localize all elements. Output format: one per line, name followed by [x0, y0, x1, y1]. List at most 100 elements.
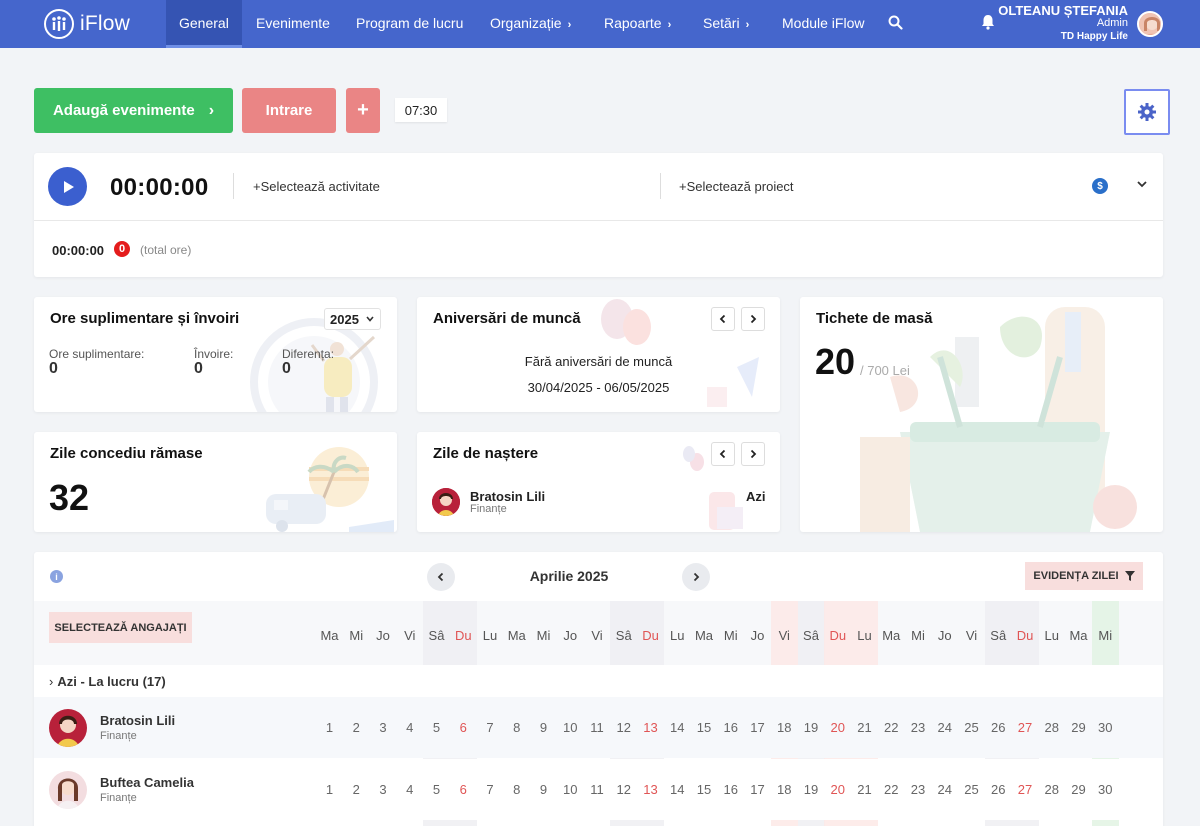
day-cell[interactable]: 6 [450, 720, 477, 735]
day-cell[interactable]: 13 [637, 720, 664, 735]
select-project-button[interactable]: +Selectează proiect [679, 179, 794, 194]
bell-icon[interactable] [981, 14, 995, 33]
day-cell[interactable]: 16 [717, 720, 744, 735]
day-cell[interactable]: 30 [1092, 720, 1119, 735]
select-activity-button[interactable]: +Selectează activitate [253, 179, 380, 194]
chevron-down-icon[interactable] [1136, 178, 1148, 193]
day-cell[interactable]: 25 [958, 782, 985, 797]
day-cell[interactable]: 29 [1065, 720, 1092, 735]
day-cell[interactable]: 18 [771, 720, 798, 735]
day-cell[interactable]: 9 [530, 782, 557, 797]
nav-module-iflow[interactable]: Module iFlow [782, 0, 864, 48]
search-icon[interactable] [888, 15, 903, 33]
day-cell[interactable]: 8 [503, 782, 530, 797]
day-header: Lu [857, 628, 872, 643]
day-cell[interactable]: 2 [343, 782, 370, 797]
day-cell[interactable]: 4 [396, 720, 423, 735]
day-cell[interactable]: 1 [316, 720, 343, 735]
user-menu[interactable]: OLTEANU ȘTEFANIA Admin TD Happy Life [998, 4, 1128, 43]
day-cell[interactable]: 21 [851, 720, 878, 735]
nav-module-label: Module iFlow [782, 15, 865, 31]
app-logo[interactable]: iFlow [44, 9, 130, 39]
day-cell[interactable]: 5 [423, 720, 450, 735]
user-avatar[interactable] [1137, 11, 1163, 37]
select-employees-button[interactable]: SELECTEAZĂ ANGAJAȚI [49, 612, 192, 643]
nav-setari[interactable]: Setări › [703, 0, 749, 48]
next-button[interactable] [741, 442, 765, 466]
day-cell[interactable]: 19 [798, 720, 825, 735]
day-cell[interactable]: 20 [824, 720, 851, 735]
day-cell[interactable]: 26 [985, 782, 1012, 797]
employee-name[interactable]: Buftea Camelia [100, 775, 194, 790]
day-cell[interactable]: 11 [584, 720, 611, 735]
day-cell[interactable]: 6 [450, 782, 477, 797]
day-cell[interactable]: 8 [503, 720, 530, 735]
calendar-prev-button[interactable] [427, 563, 455, 591]
day-cell[interactable]: 14 [664, 782, 691, 797]
day-cell[interactable]: 27 [1012, 782, 1039, 797]
billable-icon[interactable]: $ [1092, 178, 1108, 194]
group-toggle[interactable]: › Azi - La lucru (17) [49, 674, 166, 689]
day-cell[interactable]: 22 [878, 720, 905, 735]
day-cell[interactable]: 3 [370, 782, 397, 797]
add-button[interactable]: + [346, 88, 380, 133]
year-select[interactable]: 2025 [324, 308, 381, 330]
day-cell[interactable]: 15 [691, 720, 718, 735]
settings-button[interactable] [1124, 89, 1170, 135]
day-cell[interactable]: 19 [798, 782, 825, 797]
day-cell[interactable]: 25 [958, 720, 985, 735]
day-cell[interactable]: 7 [477, 720, 504, 735]
day-cell[interactable]: 21 [851, 782, 878, 797]
check-in-button[interactable]: Intrare [242, 88, 336, 133]
day-cell[interactable]: 28 [1038, 782, 1065, 797]
employee-name[interactable]: Bratosin Lili [100, 713, 175, 728]
day-cell[interactable]: 24 [931, 782, 958, 797]
day-cell[interactable]: 12 [610, 720, 637, 735]
nav-evenimente[interactable]: Evenimente [256, 0, 330, 48]
day-cell[interactable]: 9 [530, 720, 557, 735]
day-cell[interactable]: 23 [905, 720, 932, 735]
nav-program-de-lucru[interactable]: Program de lucru [356, 0, 463, 48]
day-cell[interactable]: 22 [878, 782, 905, 797]
play-button[interactable] [48, 167, 87, 206]
nav-rapoarte[interactable]: Rapoarte › [604, 0, 671, 48]
day-cell[interactable]: 2 [343, 720, 370, 735]
day-header: Sâ [615, 628, 632, 643]
day-cell[interactable]: 30 [1092, 782, 1119, 797]
nav-general[interactable]: General [166, 0, 242, 48]
add-events-button[interactable]: Adaugă evenimente › [34, 88, 233, 133]
day-header: Mi [723, 628, 738, 643]
day-cell[interactable]: 28 [1038, 720, 1065, 735]
prev-button[interactable] [711, 307, 735, 331]
day-cell[interactable]: 5 [423, 782, 450, 797]
day-cell[interactable]: 29 [1065, 782, 1092, 797]
day-cell[interactable]: 16 [717, 782, 744, 797]
calendar-next-button[interactable] [682, 563, 710, 591]
chevron-right-icon [750, 449, 757, 459]
day-cell[interactable]: 12 [610, 782, 637, 797]
day-cell[interactable]: 10 [557, 720, 584, 735]
day-cell[interactable]: 13 [637, 782, 664, 797]
day-cell[interactable]: 11 [584, 782, 611, 797]
nav-organizatie[interactable]: Organizație › [490, 0, 571, 48]
day-cell[interactable]: 27 [1012, 720, 1039, 735]
day-cell[interactable]: 17 [744, 720, 771, 735]
day-cell[interactable]: 20 [824, 782, 851, 797]
day-cell[interactable]: 7 [477, 782, 504, 797]
day-cell[interactable]: 23 [905, 782, 932, 797]
day-cell[interactable]: 17 [744, 782, 771, 797]
next-button[interactable] [741, 307, 765, 331]
day-cell[interactable]: 3 [370, 720, 397, 735]
day-cell[interactable]: 26 [985, 720, 1012, 735]
day-evidence-button[interactable]: EVIDENȚA ZILEI [1025, 562, 1143, 590]
day-cell[interactable]: 10 [557, 782, 584, 797]
day-cell[interactable]: 24 [931, 720, 958, 735]
day-cell[interactable]: 18 [771, 782, 798, 797]
day-cell[interactable]: 1 [316, 782, 343, 797]
day-cell[interactable]: 15 [691, 782, 718, 797]
day-header: Lu [1044, 628, 1059, 643]
info-icon[interactable]: i [50, 570, 63, 583]
prev-button[interactable] [711, 442, 735, 466]
day-cell[interactable]: 14 [664, 720, 691, 735]
day-cell[interactable]: 4 [396, 782, 423, 797]
